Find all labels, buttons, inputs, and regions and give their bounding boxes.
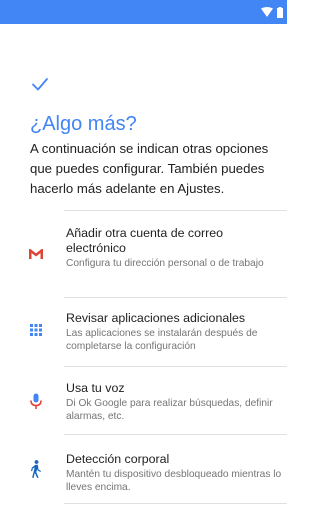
microphone-icon	[30, 393, 42, 409]
status-bar	[0, 0, 287, 24]
walking-person-icon	[31, 460, 41, 478]
option-subtitle: Mantén tu dispositivo desbloqueado mient…	[66, 469, 282, 493]
option-title: Añadir otra cuenta de correo electrónico	[66, 226, 224, 255]
option-subtitle: Di Ok Google para realizar búsquedas, de…	[66, 398, 273, 422]
page-title: ¿Algo más?	[30, 113, 137, 135]
option-review-apps[interactable]: Revisar aplicaciones adicionales Las apl…	[0, 298, 287, 366]
divider	[64, 503, 287, 504]
option-subtitle: Configura tu dirección personal o de tra…	[66, 258, 264, 269]
wifi-icon	[261, 7, 273, 17]
option-subtitle: Las aplicaciones se instalarán después d…	[66, 328, 258, 352]
option-title: Detección corporal	[66, 452, 170, 466]
option-title: Usa tu voz	[66, 381, 125, 395]
option-body-detection[interactable]: Detección corporal Mantén tu dispositivo…	[0, 435, 287, 503]
battery-icon	[277, 6, 283, 18]
page-description: A continuación se indican otras opciones…	[30, 141, 269, 196]
option-use-voice[interactable]: Usa tu voz Di Ok Google para realizar bú…	[0, 367, 287, 434]
check-icon	[32, 78, 48, 91]
option-title: Revisar aplicaciones adicionales	[66, 311, 246, 325]
apps-grid-icon	[30, 324, 42, 336]
gmail-icon	[29, 249, 43, 259]
option-add-email-account[interactable]: Añadir otra cuenta de correo electrónico…	[0, 211, 287, 297]
